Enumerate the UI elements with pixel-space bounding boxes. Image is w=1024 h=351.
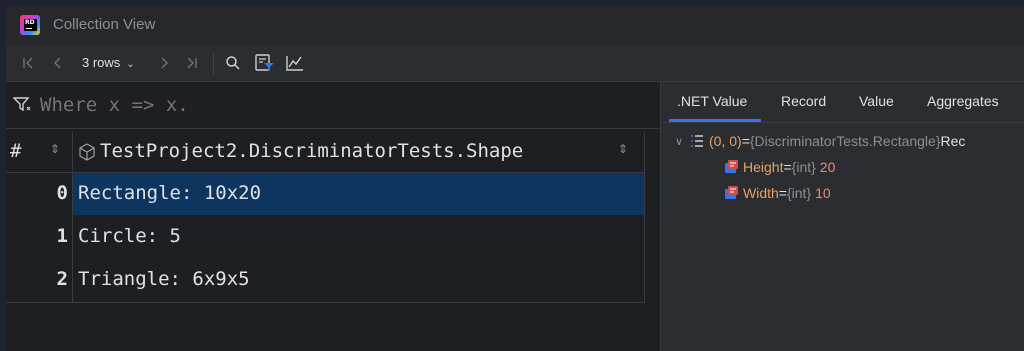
node-name: Width xyxy=(743,185,779,201)
index-column-header[interactable]: # xyxy=(10,140,21,162)
title-bar: RD Collection View xyxy=(6,5,1024,45)
row-value: Circle: 5 xyxy=(78,225,181,247)
column-divider xyxy=(72,132,73,302)
toolbar: 3 rows ⌄ xyxy=(6,45,1024,82)
collection-view-window: RD Collection View 3 rows ⌄ Where x => x… xyxy=(6,5,1024,351)
node-name: Height xyxy=(743,159,784,175)
cube-icon xyxy=(79,143,95,161)
active-tab-indicator xyxy=(669,119,761,122)
data-grid: # ⇕ TestProject2.DiscriminatorTests.Shap… xyxy=(6,132,645,303)
chevron-down-icon: ⌄ xyxy=(126,59,135,70)
field-icon xyxy=(725,160,738,173)
sort-icon[interactable]: ⇕ xyxy=(50,142,60,156)
collection-icon xyxy=(691,135,703,147)
tab-value[interactable]: Value xyxy=(859,93,894,109)
row-value: Rectangle: 10x20 xyxy=(78,182,262,204)
row-value: Triangle: 6x9x5 xyxy=(78,268,250,290)
tab-aggregates[interactable]: Aggregates xyxy=(927,93,999,109)
field-icon xyxy=(725,186,738,199)
rows-count-label: 3 rows xyxy=(82,55,121,70)
chevron-down-icon[interactable]: ∨ xyxy=(675,135,689,148)
filter-icon xyxy=(13,97,31,112)
node-value: 10 xyxy=(815,185,831,201)
previous-page-icon[interactable] xyxy=(50,53,66,73)
grid-pane: # ⇕ TestProject2.DiscriminatorTests.Shap… xyxy=(6,82,660,351)
search-icon[interactable] xyxy=(224,53,242,73)
tab-net-value[interactable]: .NET Value xyxy=(677,93,747,109)
node-value: 20 xyxy=(819,159,836,175)
node-type: {int} xyxy=(786,185,812,201)
row-index: 2 xyxy=(56,268,68,290)
tree-node-height[interactable]: Height = {int} 20 xyxy=(723,156,835,178)
node-equals: = xyxy=(778,185,787,201)
row-index: 0 xyxy=(56,182,68,204)
toolbar-separator xyxy=(213,54,214,74)
grid-header: # ⇕ TestProject2.DiscriminatorTests.Shap… xyxy=(6,132,644,173)
rows-count-dropdown[interactable]: 3 rows ⌄ xyxy=(82,55,135,70)
tree-node-root[interactable]: ∨ (0, 0) = {DiscriminatorTests.Rectangle… xyxy=(675,130,965,152)
table-row[interactable]: 0 Rectangle: 10x20 xyxy=(6,173,644,215)
window-title: Collection View xyxy=(53,16,156,33)
row-index: 1 xyxy=(56,225,68,247)
node-name: (0, 0) xyxy=(709,133,742,149)
sort-icon[interactable]: ⇕ xyxy=(618,142,628,156)
tree-node-width[interactable]: Width = {int} 10 xyxy=(723,182,831,204)
node-type: {int} xyxy=(791,159,816,175)
tab-record[interactable]: Record xyxy=(781,93,826,109)
next-page-icon[interactable] xyxy=(156,53,172,73)
first-page-icon[interactable] xyxy=(20,53,36,73)
node-suffix: Rec xyxy=(940,133,966,149)
filter-expression-input[interactable] xyxy=(40,94,600,116)
table-row[interactable]: 1 Circle: 5 xyxy=(6,216,644,258)
last-page-icon[interactable] xyxy=(184,53,200,73)
details-pane: .NET Value Record Value Aggregates ∨ (0,… xyxy=(660,82,1024,351)
chart-icon[interactable] xyxy=(285,53,305,73)
filter-bar xyxy=(6,82,660,129)
node-type: {DiscriminatorTests.Rectangle} xyxy=(749,133,941,149)
rider-logo-icon: RD xyxy=(20,15,40,35)
table-row[interactable]: 2 Triangle: 6x9x5 xyxy=(6,259,644,301)
details-tabs: .NET Value Record Value Aggregates xyxy=(661,82,1024,123)
shape-column-header[interactable]: TestProject2.DiscriminatorTests.Shape xyxy=(100,140,523,162)
node-equals: = xyxy=(741,133,750,149)
filter-view-icon[interactable] xyxy=(255,53,275,73)
node-equals: = xyxy=(783,159,792,175)
